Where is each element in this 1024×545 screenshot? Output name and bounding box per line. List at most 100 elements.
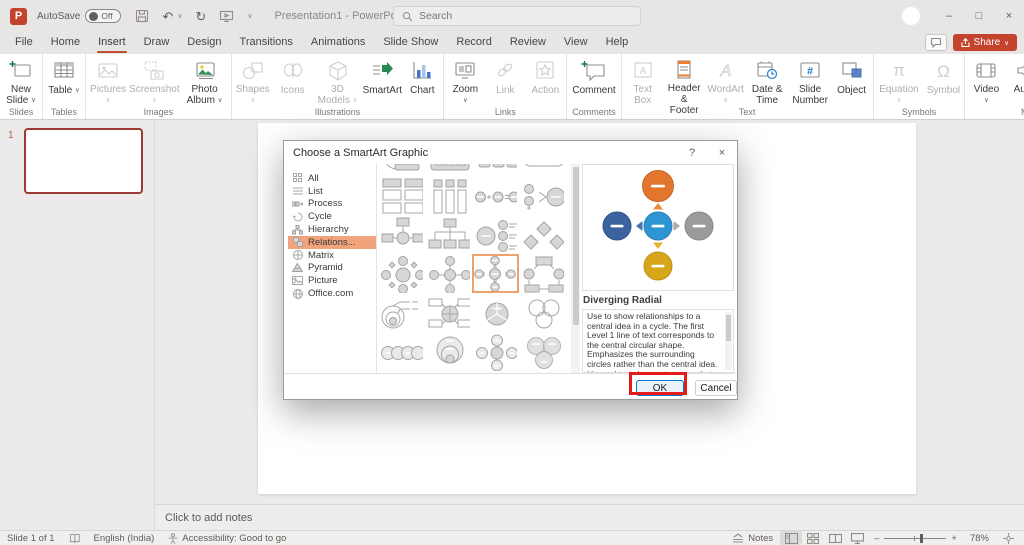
spell-check-button[interactable] <box>62 531 87 545</box>
close-button[interactable]: × <box>994 0 1024 32</box>
smartart-thumbnail[interactable] <box>378 254 425 293</box>
notes-toggle-button[interactable]: Notes <box>725 531 780 545</box>
description-scrollbar[interactable] <box>725 312 732 370</box>
smartart-thumbnail[interactable] <box>425 215 472 254</box>
slide-sorter-view-button[interactable] <box>802 531 824 545</box>
category-all[interactable]: All <box>288 172 376 185</box>
smartart-thumbnail[interactable] <box>519 254 566 293</box>
share-button[interactable]: Share ∨ <box>953 34 1017 51</box>
search-input[interactable] <box>419 10 619 22</box>
category-list[interactable]: List <box>288 185 376 198</box>
smartart-thumbnail[interactable] <box>425 293 472 332</box>
fit-slide-button[interactable] <box>996 531 1024 545</box>
video-button[interactable]: Video ∨ <box>966 54 1006 106</box>
smartart-thumbnail[interactable] <box>519 215 566 254</box>
normal-view-button[interactable] <box>780 531 802 545</box>
tab-insert[interactable]: Insert <box>89 32 135 54</box>
zoom-level-button[interactable]: 78% <box>963 531 996 545</box>
start-presentation-button[interactable] <box>219 10 234 23</box>
save-button[interactable] <box>135 9 149 23</box>
maximize-button[interactable]: □ <box>964 0 994 32</box>
smartart-button[interactable]: SmartArt <box>362 54 402 106</box>
chart-button[interactable]: Chart <box>402 54 442 106</box>
slide-number-button[interactable]: # Slide Number <box>789 54 832 106</box>
smartart-thumbnail[interactable] <box>472 215 519 254</box>
table-button[interactable]: Table ∨ <box>44 54 84 106</box>
header-footer-button[interactable]: Header & Footer <box>663 54 706 106</box>
reading-view-button[interactable] <box>824 531 846 545</box>
category-cycle[interactable]: Cycle <box>288 210 376 223</box>
category-picture[interactable]: Picture <box>288 274 376 287</box>
slide-show-button[interactable] <box>846 531 868 545</box>
language-button[interactable]: English (India) <box>87 531 162 545</box>
smartart-thumbnail[interactable] <box>425 164 472 176</box>
dialog-help-button[interactable]: ? <box>677 141 707 164</box>
dialog-close-button[interactable]: × <box>707 141 737 164</box>
tab-help[interactable]: Help <box>597 32 638 54</box>
category-pyramid[interactable]: Pyramid <box>288 262 376 275</box>
object-button[interactable]: Object <box>832 54 872 106</box>
tab-home[interactable]: Home <box>42 32 89 54</box>
tab-view[interactable]: View <box>555 32 597 54</box>
smartart-thumbnail[interactable] <box>519 176 566 215</box>
comment-button[interactable]: Comment <box>568 54 619 106</box>
tab-transitions[interactable]: Transitions <box>231 32 302 54</box>
smartart-thumbnail[interactable] <box>378 293 425 332</box>
smartart-thumbnail[interactable] <box>378 215 425 254</box>
customize-toolbar-chevron-icon[interactable]: ∨ <box>247 12 252 20</box>
smartart-thumbnail[interactable] <box>425 176 472 215</box>
zoom-out-button[interactable]: – <box>874 533 879 544</box>
tab-animations[interactable]: Animations <box>302 32 374 54</box>
comments-button[interactable] <box>925 34 947 51</box>
smartart-thumbnail[interactable] <box>472 176 519 215</box>
tab-slide-show[interactable]: Slide Show <box>374 32 447 54</box>
tab-draw[interactable]: Draw <box>135 32 179 54</box>
zoom-button[interactable]: Zoom ∨ <box>445 54 485 106</box>
accessibility-button[interactable]: Accessibility: Good to go <box>161 531 293 545</box>
grid-scrollbar[interactable] <box>571 164 580 373</box>
smartart-thumbnail[interactable] <box>472 293 519 332</box>
autosave-switch[interactable]: Off <box>85 9 121 23</box>
user-avatar[interactable] <box>902 7 920 25</box>
search-bar[interactable] <box>393 6 641 26</box>
undo-button[interactable]: ↶ <box>162 10 173 23</box>
tab-file[interactable]: File <box>6 32 42 54</box>
minimize-button[interactable]: – <box>934 0 964 32</box>
notes-pane[interactable]: Click to add notes <box>155 504 1024 530</box>
smartart-thumbnail[interactable] <box>519 164 566 176</box>
smartart-thumbnail[interactable] <box>472 332 519 371</box>
slide-thumbnail[interactable] <box>24 128 143 194</box>
smartart-thumbnail-diverging-radial[interactable] <box>472 254 519 293</box>
category-matrix[interactable]: Matrix <box>288 249 376 262</box>
date-time-button[interactable]: Date & Time <box>746 54 789 106</box>
zoom-in-button[interactable]: + <box>951 533 957 544</box>
scrollbar-thumb[interactable] <box>573 167 579 325</box>
smartart-thumbnail[interactable] <box>425 254 472 293</box>
category-process[interactable]: Process <box>288 198 376 211</box>
category-office-com[interactable]: Office.com <box>288 287 376 300</box>
category-relationship[interactable]: Relations... <box>288 236 376 249</box>
cancel-button[interactable]: Cancel <box>695 380 737 396</box>
redo-button[interactable]: ↻ <box>195 10 206 23</box>
photo-album-button[interactable]: Photo Album ∨ <box>179 54 229 106</box>
tab-record[interactable]: Record <box>447 32 500 54</box>
smartart-thumbnail[interactable] <box>472 164 519 176</box>
smartart-thumbnail[interactable] <box>519 293 566 332</box>
zoom-slider[interactable] <box>884 538 946 539</box>
audio-button[interactable]: Audio ∨ <box>1006 54 1024 106</box>
ok-button[interactable]: OK <box>636 380 684 396</box>
scrollbar-thumb[interactable] <box>726 315 731 341</box>
tab-design[interactable]: Design <box>178 32 230 54</box>
category-hierarchy[interactable]: Hierarchy <box>288 223 376 236</box>
new-slide-button[interactable]: New Slide ∨ <box>1 54 41 106</box>
tab-review[interactable]: Review <box>501 32 555 54</box>
smartart-thumbnail[interactable] <box>425 332 472 371</box>
smartart-thumbnail[interactable] <box>378 164 425 176</box>
autosave-toggle[interactable]: AutoSave Off <box>37 9 121 23</box>
smartart-thumbnail[interactable] <box>378 332 425 371</box>
smartart-thumbnail[interactable] <box>519 332 566 371</box>
button-label: SmartArt <box>363 85 402 96</box>
zoom-slider-thumb[interactable] <box>920 534 923 543</box>
undo-chevron-icon[interactable]: ∨ <box>177 12 182 20</box>
smartart-thumbnail[interactable] <box>378 176 425 215</box>
